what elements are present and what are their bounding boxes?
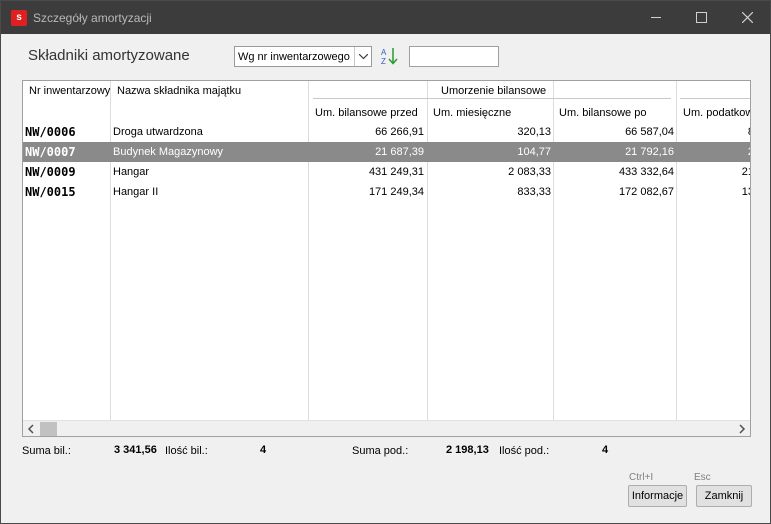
column-header-name[interactable]: Nazwa składnika majątku <box>117 85 241 97</box>
assets-grid: Nr inwentarzowy Nazwa składnika majątku … <box>22 80 751 437</box>
sort-az-icon: A Z <box>381 48 398 66</box>
cell-monthly: 833,33 <box>517 186 551 198</box>
sum-bil-label: Suma bil.: <box>22 445 71 457</box>
count-bil-amount: 4 <box>260 444 267 456</box>
count-pod-label: Ilość pod.: <box>499 445 550 457</box>
close-shortcut-hint: Esc <box>694 472 711 483</box>
count-pod-value: 4 <box>602 444 608 456</box>
cell-bal-after: 433 332,64 <box>618 166 674 178</box>
minimize-icon <box>651 17 661 18</box>
minimize-button[interactable] <box>633 1 679 34</box>
cell-monthly: 2 083,33 <box>508 166 551 178</box>
chevron-left-icon <box>27 424 34 434</box>
cell-bal-before: 431 249,31 <box>368 166 424 178</box>
info-button[interactable]: Informacje <box>628 485 687 507</box>
maximize-icon <box>696 12 707 23</box>
cell-tax: 2 <box>679 146 750 158</box>
cell-name: Hangar II <box>113 186 159 198</box>
section-heading: Składniki amortyzowane <box>28 47 190 64</box>
sum-pod-amount: 2 198,13 <box>446 444 489 456</box>
cell-bal-after: 21 792,16 <box>625 146 674 158</box>
app-logo-icon: s <box>11 10 27 26</box>
sum-pod-label: Suma pod.: <box>352 445 409 457</box>
cell-bal-before: 66 266,91 <box>375 126 424 138</box>
title-bar[interactable]: s Szczegóły amortyzacji <box>1 1 770 34</box>
window-content: Składniki amortyzowane Wg nr inwentarzow… <box>1 34 770 518</box>
column-header-inv-no[interactable]: Nr inwentarzowy <box>29 85 110 97</box>
scroll-right-button[interactable] <box>734 421 750 436</box>
cell-name: Droga utwardzona <box>113 126 203 138</box>
cell-monthly: 104,77 <box>517 146 551 158</box>
close-button[interactable]: Zamknij <box>696 485 752 507</box>
sort-az-button[interactable]: A Z <box>380 46 400 66</box>
group-header-divider <box>680 98 750 99</box>
group-header-divider <box>313 98 671 99</box>
cell-name: Hangar <box>113 166 150 178</box>
close-window-button[interactable] <box>724 1 770 34</box>
cell-name: Budynek Magazynowy <box>113 146 224 158</box>
sum-bil-amount: 3 341,56 <box>114 444 157 456</box>
info-shortcut-hint: Ctrl+I <box>629 472 654 483</box>
scroll-left-button[interactable] <box>23 421 39 436</box>
column-header-bal-before[interactable]: Um. bilansowe przed <box>315 107 418 119</box>
sum-bil-value: 3 341,56 <box>114 444 157 456</box>
table-row[interactable]: NW/0006 Droga utwardzona 66 266,91 320,1… <box>23 122 750 142</box>
sort-order-select[interactable]: Wg nr inwentarzowego <box>234 46 372 67</box>
table-row[interactable]: NW/0015 Hangar II 171 249,34 833,33 172 … <box>23 182 750 202</box>
cell-tax: 21 <box>741 166 750 178</box>
scrollbar-thumb[interactable] <box>40 422 57 436</box>
sort-order-value: Wg nr inwentarzowego <box>238 51 350 63</box>
table-row[interactable]: NW/0009 Hangar 431 249,31 2 083,33 433 3… <box>23 162 750 182</box>
cell-bal-before: 171 249,34 <box>368 186 424 198</box>
column-group-header-balance: Umorzenie bilansowe <box>441 85 547 97</box>
svg-text:A: A <box>381 48 387 57</box>
chevron-down-icon <box>359 54 368 60</box>
cell-inv-no: NW/0009 <box>25 165 76 179</box>
cell-bal-after: 172 082,67 <box>618 186 674 198</box>
column-header-monthly[interactable]: Um. miesięczne <box>433 107 511 119</box>
chevron-right-icon <box>739 424 746 434</box>
svg-text:Z: Z <box>381 57 386 66</box>
horizontal-scrollbar[interactable] <box>23 420 750 436</box>
cell-inv-no: NW/0006 <box>25 125 76 139</box>
cell-inv-no: NW/0007 <box>25 145 76 159</box>
count-bil-value: 4 <box>260 444 266 456</box>
details-window: s Szczegóły amortyzacji Składniki amorty… <box>0 0 771 524</box>
cell-inv-no: NW/0015 <box>25 185 76 199</box>
count-pod-amount: 4 <box>602 444 609 456</box>
close-icon <box>742 12 753 23</box>
window-title: Szczegóły amortyzacji <box>33 11 152 25</box>
column-header-bal-after[interactable]: Um. bilansowe po <box>559 107 646 119</box>
cell-bal-after: 66 587,04 <box>625 126 674 138</box>
cell-tax: 13 <box>741 186 750 198</box>
filter-input[interactable] <box>409 46 499 67</box>
sum-pod-value: 2 198,13 <box>446 444 489 456</box>
maximize-button[interactable] <box>678 1 724 34</box>
table-row-selected[interactable]: NW/0007 Budynek Magazynowy 21 687,39 104… <box>23 142 750 162</box>
dropdown-button[interactable] <box>354 47 371 66</box>
column-header-tax[interactable]: Um. podatkowe <box>683 107 750 119</box>
count-bil-label: Ilość bil.: <box>165 445 208 457</box>
cell-tax: 8 <box>679 126 750 138</box>
cell-bal-before: 21 687,39 <box>375 146 424 158</box>
cell-monthly: 320,13 <box>517 126 551 138</box>
